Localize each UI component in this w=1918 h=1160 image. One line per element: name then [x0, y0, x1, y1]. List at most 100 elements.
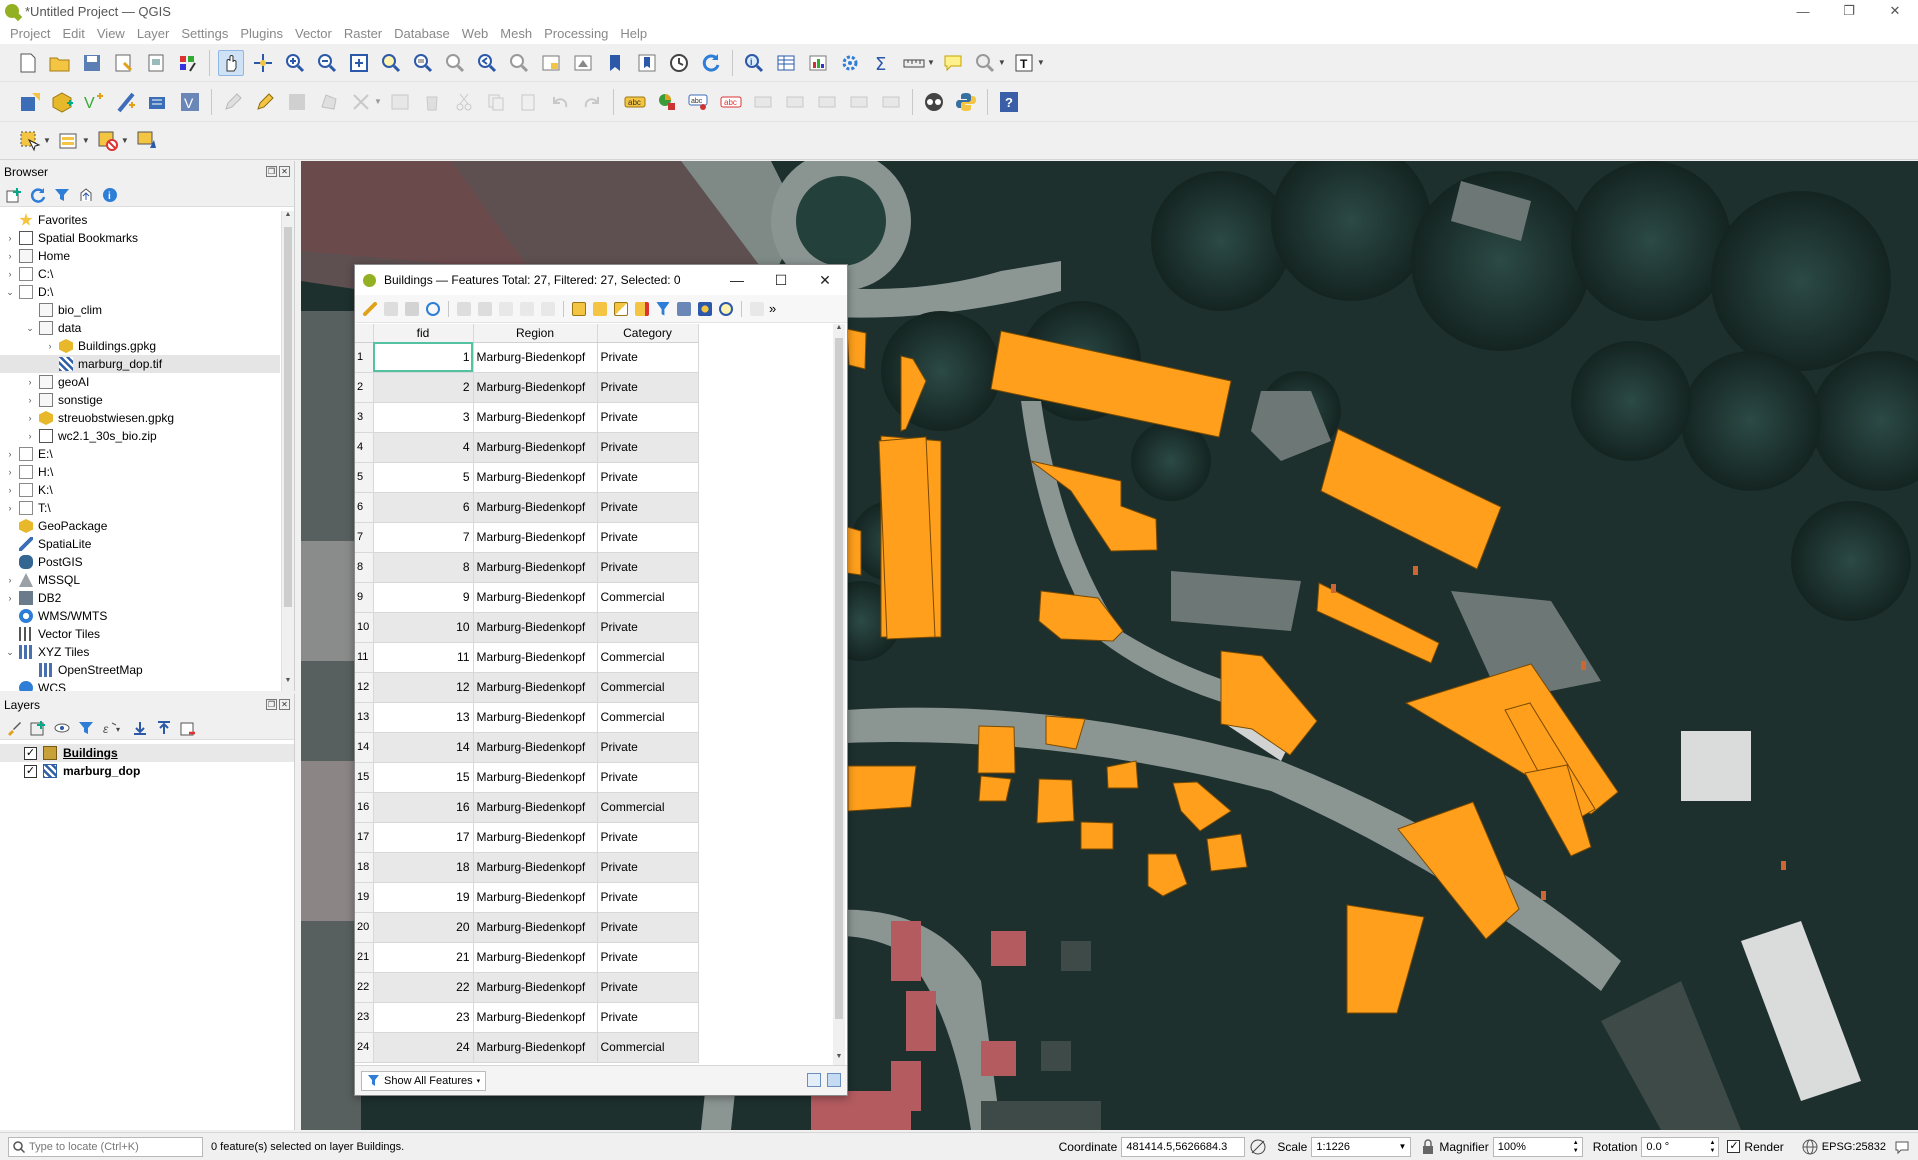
column-header-fid[interactable]: fid	[373, 324, 474, 343]
browser-item[interactable]: › C:\	[0, 265, 280, 283]
cell-fid[interactable]: 17	[373, 822, 474, 853]
undo-icon[interactable]	[547, 89, 573, 115]
cell-fid[interactable]: 9	[373, 582, 474, 613]
cell-category[interactable]: Commercial	[597, 1032, 699, 1063]
table-row[interactable]: 9 9 Marburg-Biedenkopf Commercial	[355, 582, 699, 613]
cell-region[interactable]: Marburg-Biedenkopf	[473, 912, 598, 943]
cell-fid[interactable]: 20	[373, 912, 474, 943]
chevron-down-icon[interactable]: ⌄	[24, 323, 36, 334]
layer-diagram-icon[interactable]	[654, 89, 680, 115]
table-row[interactable]: 2 2 Marburg-Biedenkopf Private	[355, 372, 699, 403]
toggle-extent-icon[interactable]	[1249, 1138, 1267, 1156]
toggle-editing-icon[interactable]	[220, 89, 246, 115]
cell-category[interactable]: Private	[597, 462, 699, 493]
chevron-right-icon[interactable]: ›	[4, 467, 16, 477]
cell-category[interactable]: Private	[597, 882, 699, 913]
cell-region[interactable]: Marburg-Biedenkopf	[473, 1002, 598, 1033]
copy-icon[interactable]	[520, 301, 534, 316]
layer-item-marburg-dop[interactable]: ✓ marburg_dop	[0, 762, 294, 780]
cell-fid[interactable]: 4	[373, 432, 474, 463]
table-row[interactable]: 19 19 Marburg-Biedenkopf Private	[355, 882, 699, 913]
zoom-full-icon[interactable]	[346, 50, 372, 76]
row-number[interactable]: 15	[355, 762, 374, 793]
table-row[interactable]: 23 23 Marburg-Biedenkopf Private	[355, 1002, 699, 1033]
zoom-in-icon[interactable]	[282, 50, 308, 76]
zoom-last-icon[interactable]	[474, 50, 500, 76]
cell-region[interactable]: Marburg-Biedenkopf	[473, 852, 598, 883]
zoom-to-selected-icon[interactable]	[719, 301, 733, 316]
layer-item-buildings[interactable]: ✓ Buildings	[0, 744, 294, 762]
menu-raster[interactable]: Raster	[338, 26, 388, 41]
current-edits-icon[interactable]	[252, 89, 278, 115]
layer-visibility-checkbox[interactable]: ✓	[24, 746, 37, 760]
multi-edit-icon[interactable]	[384, 301, 398, 316]
cell-fid[interactable]: 2	[373, 372, 474, 403]
row-number[interactable]: 9	[355, 582, 374, 613]
render-checkbox[interactable]: ✓	[1727, 1140, 1741, 1153]
cell-fid[interactable]: 13	[373, 702, 474, 733]
row-number[interactable]: 13	[355, 702, 374, 733]
cell-region[interactable]: Marburg-Biedenkopf	[473, 792, 598, 823]
label-toolbar-icon[interactable]: abc	[622, 89, 648, 115]
cell-fid[interactable]: 10	[373, 612, 474, 643]
open-attribute-table-icon[interactable]	[773, 50, 799, 76]
float-layers-button[interactable]: ❐	[266, 699, 277, 710]
row-number[interactable]: 6	[355, 492, 374, 523]
copy-features-icon[interactable]	[483, 89, 509, 115]
filter-legend-icon[interactable]	[78, 720, 94, 736]
close-panel-button[interactable]: ✕	[279, 166, 290, 177]
zoom-next-icon[interactable]	[506, 50, 532, 76]
more-tools-button[interactable]: »	[769, 301, 776, 316]
collapse-layers-icon[interactable]	[156, 720, 172, 736]
chevron-right-icon[interactable]: ›	[4, 269, 16, 279]
cell-fid[interactable]: 22	[373, 972, 474, 1003]
browser-item[interactable]: GeoPackage	[0, 517, 280, 535]
table-row[interactable]: 1 1 Marburg-Biedenkopf Private	[355, 342, 699, 373]
chevron-right-icon[interactable]: ›	[4, 233, 16, 243]
browser-item[interactable]: › Spatial Bookmarks	[0, 229, 280, 247]
row-number[interactable]: 11	[355, 642, 374, 673]
cell-region[interactable]: Marburg-Biedenkopf	[473, 432, 598, 463]
move-label-icon[interactable]	[782, 89, 808, 115]
browser-item[interactable]: Favorites	[0, 211, 280, 229]
browser-item[interactable]: ⌄ data	[0, 319, 280, 337]
table-row[interactable]: 15 15 Marburg-Biedenkopf Private	[355, 762, 699, 793]
chevron-right-icon[interactable]: ›	[4, 251, 16, 261]
browser-item[interactable]: OpenStreetMap	[0, 661, 280, 679]
zoom-to-selection-icon[interactable]	[378, 50, 404, 76]
menu-settings[interactable]: Settings	[175, 26, 234, 41]
menu-processing[interactable]: Processing	[538, 26, 614, 41]
cell-category[interactable]: Private	[597, 912, 699, 943]
row-number[interactable]: 2	[355, 372, 374, 403]
cell-region[interactable]: Marburg-Biedenkopf	[473, 1032, 598, 1063]
cell-category[interactable]: Private	[597, 492, 699, 523]
cell-region[interactable]: Marburg-Biedenkopf	[473, 612, 598, 643]
chevron-right-icon[interactable]: ›	[24, 395, 36, 405]
chevron-down-icon[interactable]: ⌄	[4, 287, 16, 298]
browser-scrollbar[interactable]: ▲ ▼	[281, 211, 294, 691]
browser-item[interactable]: › MSSQL	[0, 571, 280, 589]
collapse-all-icon[interactable]	[78, 187, 94, 203]
row-number[interactable]: 20	[355, 912, 374, 943]
identify-features-icon[interactable]: i	[741, 50, 767, 76]
cell-fid[interactable]: 12	[373, 672, 474, 703]
column-header-category[interactable]: Category	[597, 324, 699, 343]
table-row[interactable]: 8 8 Marburg-Biedenkopf Private	[355, 552, 699, 583]
cell-region[interactable]: Marburg-Biedenkopf	[473, 552, 598, 583]
new-3d-view-icon[interactable]	[570, 50, 596, 76]
cell-region[interactable]: Marburg-Biedenkopf	[473, 522, 598, 553]
row-number[interactable]: 22	[355, 972, 374, 1003]
table-row[interactable]: 12 12 Marburg-Biedenkopf Commercial	[355, 672, 699, 703]
redo-icon[interactable]	[579, 89, 605, 115]
browser-item[interactable]: › K:\	[0, 481, 280, 499]
vertex-tool-icon[interactable]	[348, 89, 374, 115]
cell-category[interactable]: Private	[597, 822, 699, 853]
table-row[interactable]: 3 3 Marburg-Biedenkopf Private	[355, 402, 699, 433]
chevron-right-icon[interactable]: ›	[24, 413, 36, 423]
float-panel-button[interactable]: ❐	[266, 166, 277, 177]
new-shapefile-icon[interactable]: V	[81, 89, 107, 115]
cell-category[interactable]: Private	[597, 612, 699, 643]
cell-region[interactable]: Marburg-Biedenkopf	[473, 372, 598, 403]
dialog-close-button[interactable]: ✕	[803, 265, 847, 295]
menu-help[interactable]: Help	[614, 26, 653, 41]
